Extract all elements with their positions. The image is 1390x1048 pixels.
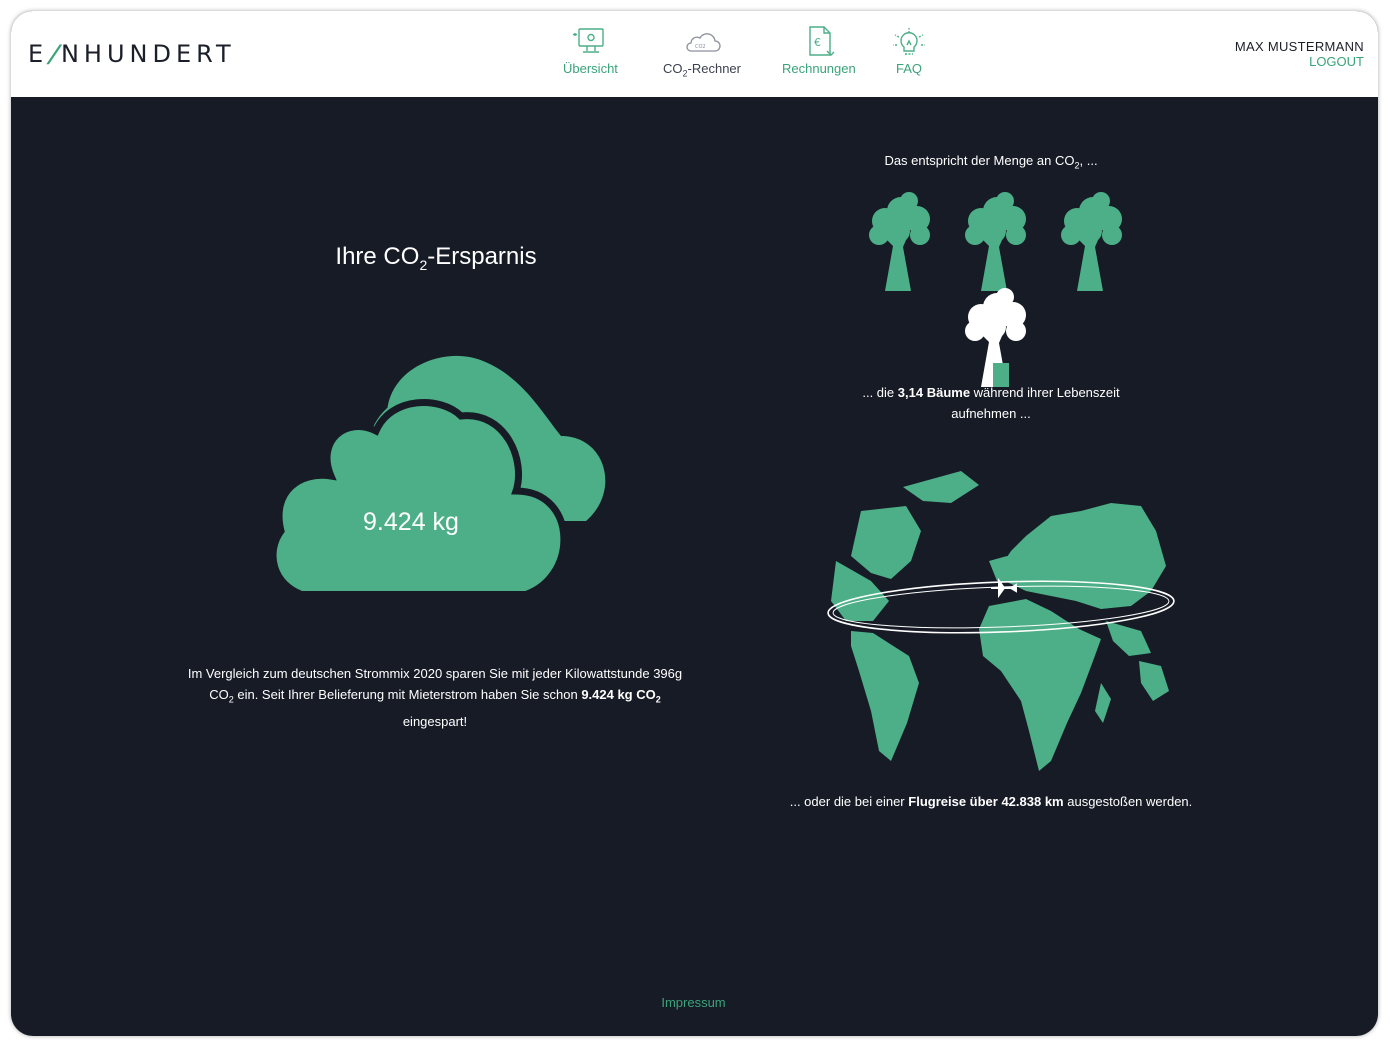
logout-link[interactable]: LOGOUT [1235, 54, 1364, 69]
globe-flight-icon [827, 471, 1175, 771]
nav-faq[interactable]: FAQ [889, 25, 929, 85]
app-frame: E/NHUNDERT Übersicht CO2 CO2-Rechner € [11, 11, 1378, 1036]
cloud-illustration-icon [269, 355, 606, 591]
tree-icon [1061, 192, 1122, 291]
savings-value: 9.424 kg [363, 508, 459, 536]
tree-icon [965, 192, 1026, 291]
monitor-icon [573, 28, 605, 53]
trees-illustration [869, 192, 1122, 387]
equivalent-intro: Das entspricht der Menge an CO2, ... [884, 153, 1098, 171]
nav-invoices[interactable]: € Rechnungen [782, 25, 856, 85]
savings-explanation: Im Vergleich zum deutschen Strommix 2020… [187, 666, 683, 729]
impressum-link[interactable]: Impressum [611, 995, 776, 1010]
lightbulb-icon [893, 28, 925, 55]
svg-text:€: € [814, 36, 821, 49]
user-name: MAX MUSTERMANN [1234, 39, 1364, 54]
savings-title: Ihre CO2-Ersparnis [335, 243, 537, 273]
nav-faq-label: FAQ [895, 61, 922, 76]
trees-equivalent-text: ... die 3,14 Bäume während ihrer Lebensz… [862, 385, 1120, 421]
einhundert-logo[interactable]: E / NHUNDERT [28, 39, 236, 69]
nav-overview[interactable]: Übersicht [563, 25, 618, 85]
top-navigation-bar: E/NHUNDERT Übersicht CO2 CO2-Rechner € [11, 11, 1378, 97]
nav-co2-calculator[interactable]: CO2 CO2-Rechner [663, 25, 741, 85]
flight-equivalent-text: ... oder die bei einer Flugreise über 42… [789, 794, 1193, 809]
nav-co2-calculator-label: CO2-Rechner [663, 61, 741, 79]
tree-icon [869, 192, 930, 291]
invoice-euro-icon: € [809, 26, 835, 56]
svg-text:CO2: CO2 [695, 44, 706, 50]
user-menu: MAX MUSTERMANN LOGOUT [1235, 39, 1364, 69]
logo-wordmark: NHUNDERT [60, 40, 236, 68]
co2-cloud-icon: CO2 [686, 33, 721, 52]
nav-overview-label: Übersicht [563, 61, 618, 76]
partial-tree-icon [965, 288, 1026, 387]
nav-invoices-label: Rechnungen [782, 61, 856, 76]
